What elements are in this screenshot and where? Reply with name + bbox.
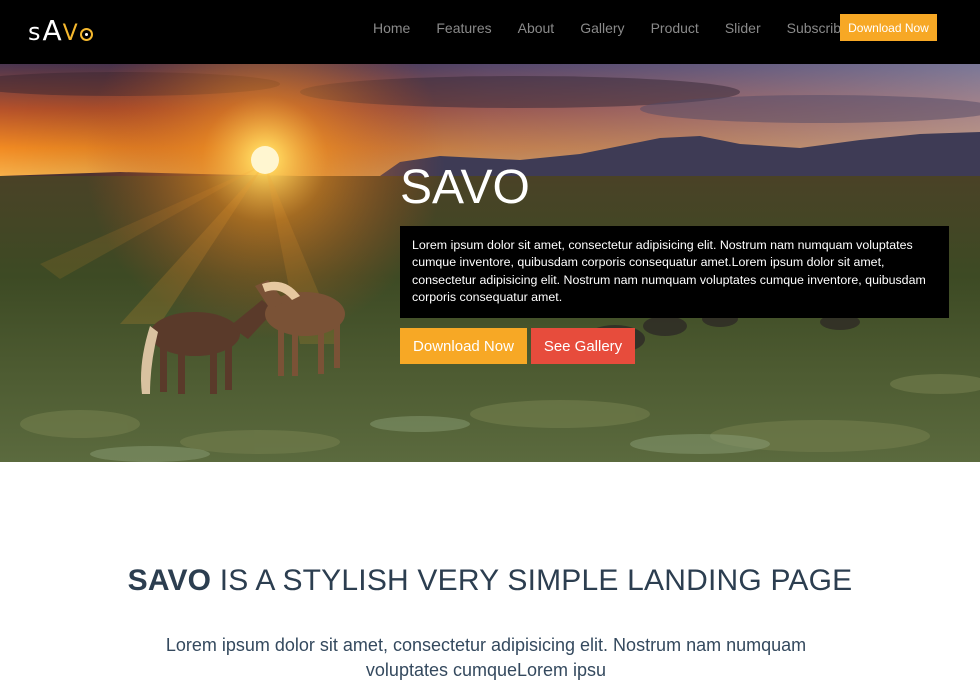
brand-logo[interactable]: sAV <box>28 14 93 47</box>
nav-home[interactable]: Home <box>373 20 410 36</box>
main-nav: Home Features About Gallery Product Slid… <box>360 0 862 56</box>
hero-description: Lorem ipsum dolor sit amet, consectetur … <box>400 226 949 318</box>
nav-about[interactable]: About <box>518 20 555 36</box>
section-title-strong: SAVO <box>127 564 212 597</box>
nav-product[interactable]: Product <box>651 20 699 36</box>
hero-section: SAVO Lorem ipsum dolor sit amet, consect… <box>0 64 980 462</box>
section-description: Lorem ipsum dolor sit amet, consectetur … <box>165 635 807 680</box>
section-title: SAVO IS A STYLISH VERY SIMPLE LANDING PA… <box>0 564 980 598</box>
hero-download-button[interactable]: Download Now <box>400 328 527 364</box>
top-navbar: sAV Home Features About Gallery Product … <box>0 0 980 64</box>
see-gallery-button[interactable]: See Gallery <box>531 328 635 364</box>
nav-gallery[interactable]: Gallery <box>580 20 624 36</box>
nav-features[interactable]: Features <box>436 20 491 36</box>
nav-download-button[interactable]: Download Now <box>840 14 937 41</box>
section-title-rest: IS A STYLISH VERY SIMPLE LANDING PAGE <box>211 564 853 597</box>
hero-title: SAVO <box>400 161 530 214</box>
nav-slider[interactable]: Slider <box>725 20 761 36</box>
